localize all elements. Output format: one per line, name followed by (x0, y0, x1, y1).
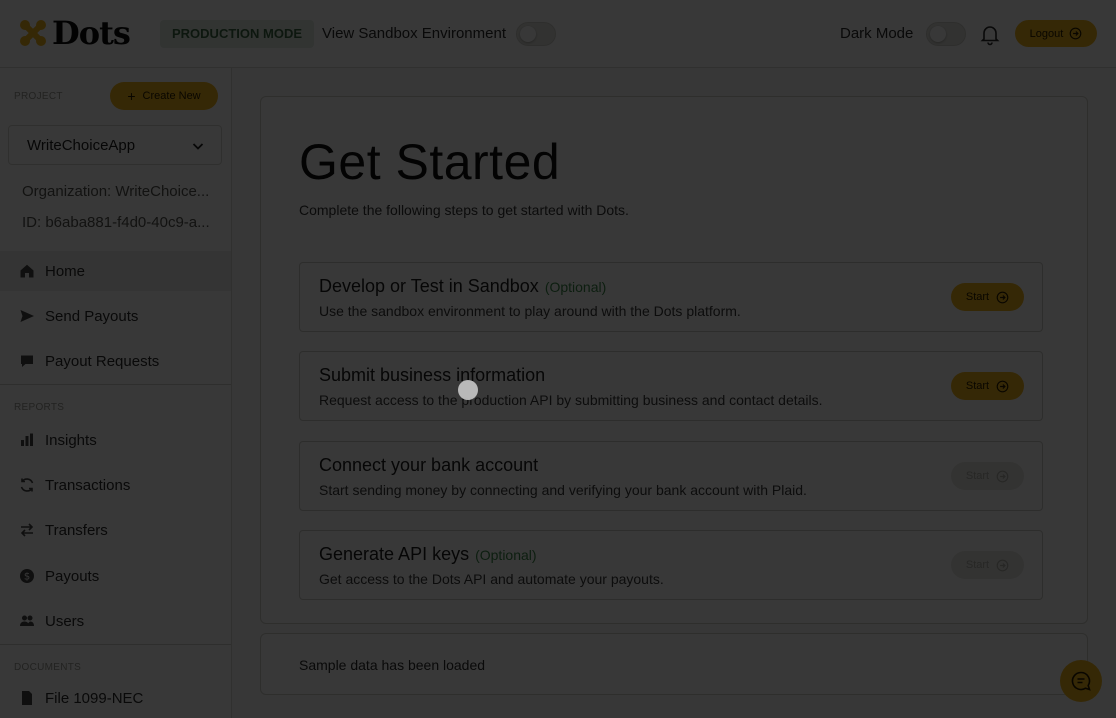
start-label: Start (965, 380, 990, 392)
start-button[interactable]: Start (951, 462, 1024, 490)
step-title-text: Connect your bank account (319, 455, 539, 475)
project-select-value: WriteChoiceApp (27, 137, 136, 154)
organization-text: Organization: WriteChoice... (22, 183, 210, 200)
start-label: Start (965, 470, 990, 482)
step-api-keys: Generate API keys (Optional) Get access t… (299, 530, 1043, 600)
step-title: Submit business information (319, 365, 551, 386)
step-title-text: Submit business information (319, 365, 546, 385)
mouse-cursor (458, 380, 478, 400)
start-button[interactable]: Start (951, 283, 1024, 311)
nav-item-file-1099-nec[interactable]: File 1099-NEC (0, 678, 231, 718)
nav-item-home[interactable]: Home (0, 251, 231, 291)
home-icon (20, 264, 34, 278)
start-button[interactable]: Start (951, 372, 1024, 400)
send-icon (20, 310, 34, 322)
optional-tag: (Optional) (544, 279, 607, 295)
users-icon (20, 615, 34, 626)
optional-tag: (Optional) (475, 547, 537, 563)
step-description: Start sending money by connecting and ve… (319, 482, 807, 498)
dots-logo[interactable]: Dots (18, 14, 131, 52)
nav-item-payouts[interactable]: $ Payouts (0, 556, 231, 596)
step-description: Request access to the production API by … (319, 392, 823, 408)
nav-item-label: Payout Requests (45, 352, 160, 370)
step-title-text: Generate API keys (319, 544, 470, 564)
step-title-text: Develop or Test in Sandbox (319, 276, 539, 296)
nav-item-send-payouts[interactable]: Send Payouts (0, 296, 231, 336)
nav-item-label: Payouts (45, 567, 100, 585)
arrow-circle-right-icon (1069, 27, 1082, 40)
dollar-icon: $ (20, 569, 34, 583)
nav-item-label: Send Payouts (45, 307, 139, 325)
notice-text: Sample data has been loaded (299, 657, 486, 673)
chat-bubble-icon (1071, 671, 1091, 691)
sidebar-divider (0, 644, 231, 645)
step-title: Generate API keys (Optional) (319, 544, 537, 565)
step-title: Develop or Test in Sandbox (Optional) (319, 276, 606, 297)
production-mode-badge: PRODUCTION MODE (160, 20, 314, 48)
nav-item-users[interactable]: Users (0, 601, 231, 641)
file-icon (22, 691, 32, 705)
step-title: Connect your bank account (319, 455, 544, 476)
sample-data-notice: Sample data has been loaded (260, 633, 1088, 695)
project-select[interactable]: WriteChoiceApp (8, 125, 222, 165)
arrow-circle-right-icon (996, 470, 1009, 482)
sidebar-divider (0, 384, 231, 385)
arrow-circle-right-icon (996, 380, 1009, 392)
get-started-card: Get Started Complete the following steps… (260, 96, 1088, 624)
documents-section-label: DOCUMENTS (14, 662, 82, 673)
start-label: Start (965, 291, 990, 303)
project-id-text: ID: b6aba881-f4d0-40c9-a... (22, 214, 210, 231)
bar-chart-icon (21, 433, 33, 446)
project-section-label: PROJECT (14, 91, 63, 102)
arrow-circle-right-icon (996, 291, 1009, 303)
sidebar: PROJECT + Create New WriteChoiceApp Orga… (0, 68, 232, 718)
arrow-circle-right-icon (996, 559, 1009, 571)
nav-item-label: Home (45, 262, 86, 280)
toggle-knob (930, 26, 946, 42)
logout-label: Logout (1029, 27, 1064, 40)
nav-item-label: Users (45, 612, 85, 630)
nav-item-label: File 1099-NEC (45, 689, 144, 707)
refresh-icon (20, 478, 34, 492)
create-new-button[interactable]: + Create New (110, 82, 218, 110)
sandbox-toggle[interactable] (516, 22, 556, 46)
support-chat-button[interactable] (1060, 660, 1102, 702)
logout-button[interactable]: Logout (1015, 20, 1097, 47)
reports-section-label: REPORTS (14, 402, 65, 413)
nav-item-transfers[interactable]: Transfers (0, 510, 231, 550)
dark-mode-label: Dark Mode (840, 25, 914, 42)
plus-icon: + (127, 88, 136, 104)
top-header: Dots PRODUCTION MODE View Sandbox Enviro… (0, 0, 1116, 68)
page-title: Get Started (299, 134, 561, 190)
bell-icon[interactable] (978, 22, 1002, 46)
nav-item-payout-requests[interactable]: Payout Requests (0, 341, 231, 381)
create-new-label: Create New (142, 90, 201, 102)
chevron-down-icon (192, 143, 204, 150)
start-button[interactable]: Start (951, 551, 1024, 579)
transfer-icon (20, 523, 34, 537)
nav-item-insights[interactable]: Insights (0, 420, 231, 460)
svg-text:$: $ (24, 572, 30, 583)
step-sandbox: Develop or Test in Sandbox (Optional) Use… (299, 262, 1043, 332)
toggle-knob (520, 26, 536, 42)
sandbox-toggle-label: View Sandbox Environment (322, 25, 506, 42)
step-description: Get access to the Dots API and automate … (319, 571, 664, 587)
start-label: Start (965, 559, 990, 571)
brand-name: Dots (52, 14, 131, 52)
logo-x-icon (20, 20, 46, 46)
step-business-info: Submit business information Request acce… (299, 351, 1043, 421)
dark-mode-toggle[interactable] (926, 22, 966, 46)
step-description: Use the sandbox environment to play arou… (319, 303, 741, 319)
page-subtitle: Complete the following steps to get star… (299, 202, 629, 218)
nav-item-label: Insights (45, 431, 97, 449)
nav-item-label: Transfers (45, 521, 108, 539)
nav-item-label: Transactions (45, 476, 131, 494)
chat-icon (21, 355, 33, 367)
nav-item-transactions[interactable]: Transactions (0, 465, 231, 505)
step-bank-account: Connect your bank account Start sending … (299, 441, 1043, 511)
